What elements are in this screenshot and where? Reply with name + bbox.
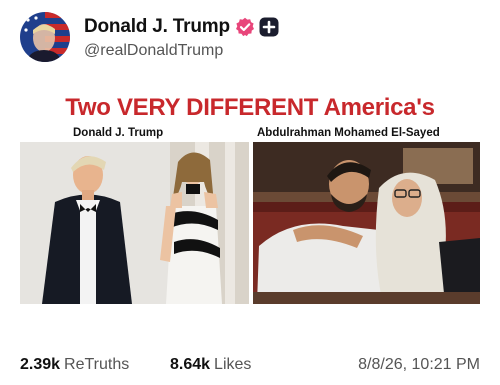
image-headline: Two VERY DIFFERENT America's — [65, 94, 435, 121]
retruths-count[interactable]: 2.39k ReTruths — [20, 356, 129, 374]
author-name-row: Donald J. Trump — [84, 16, 279, 38]
likes-label: Likes — [214, 356, 252, 373]
post-image[interactable]: Two VERY DIFFERENT America's Donald J. T… — [20, 92, 480, 306]
likes-number: 8.64k — [170, 356, 211, 373]
avatar-image — [20, 12, 70, 62]
post-timestamp[interactable]: 8/8/26, 10:21 PM — [358, 356, 480, 374]
right-photo — [253, 142, 480, 304]
left-photo — [20, 142, 249, 304]
author-display-name[interactable]: Donald J. Trump — [84, 16, 230, 38]
retruths-number: 2.39k — [20, 356, 61, 373]
author-handle[interactable]: @realDonaldTrump — [84, 42, 223, 60]
plus-badge-icon — [259, 17, 279, 37]
likes-count[interactable]: 8.64k Likes — [170, 356, 251, 374]
right-photo-caption: Abdulrahman Mohamed El-Sayed — [257, 127, 440, 139]
retruths-label: ReTruths — [64, 356, 130, 373]
avatar[interactable] — [20, 12, 70, 62]
left-photo-caption: Donald J. Trump — [73, 127, 164, 139]
post-stats: 2.39k ReTruths 8.64k Likes 8/8/26, 10:21 P… — [20, 356, 480, 378]
post-header: Donald J. Trump @realDonaldTrump — [20, 12, 480, 64]
verified-badge-icon — [235, 17, 254, 37]
